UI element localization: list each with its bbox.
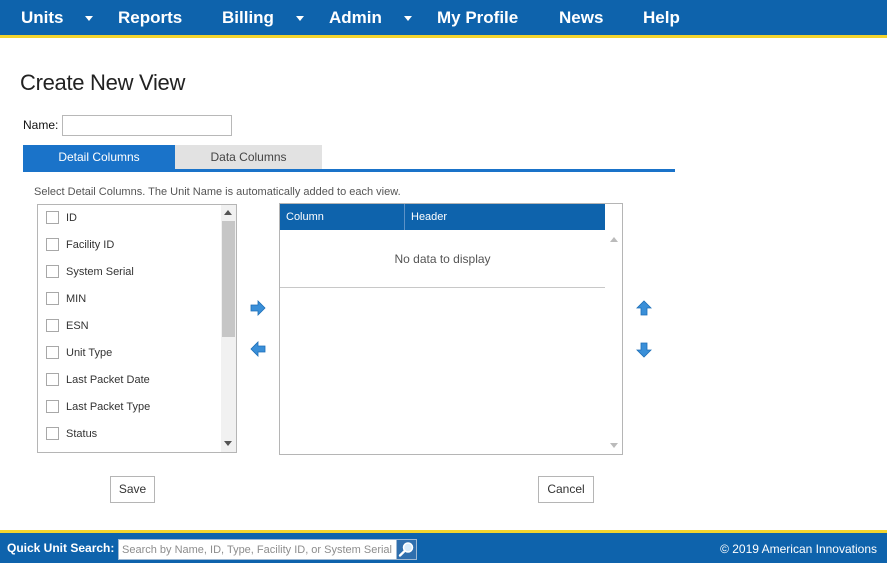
checkbox[interactable]	[46, 399, 59, 413]
scroll-down-icon[interactable]	[224, 441, 232, 446]
list-scrollbar[interactable]	[221, 205, 236, 452]
grid-scrollbar[interactable]	[606, 231, 622, 454]
top-nav-bar: Units Reports Billing Admin My Profile N…	[0, 0, 887, 38]
admin-dropdown-caret-icon[interactable]	[404, 16, 412, 21]
checkbox[interactable]	[46, 318, 59, 332]
list-item-label: MIN	[66, 293, 87, 305]
scroll-down-icon[interactable]	[610, 443, 618, 448]
list-item-last-packet-date[interactable]: Last Packet Date	[46, 371, 150, 389]
nav-admin[interactable]: Admin	[329, 0, 382, 36]
page-title: Create New View	[20, 70, 186, 95]
arrow-up-icon[interactable]	[635, 299, 653, 317]
name-label: Name:	[23, 118, 59, 132]
arrow-down-icon[interactable]	[635, 341, 653, 359]
checkbox[interactable]	[46, 372, 59, 386]
grid-empty-text: No data to display	[394, 252, 491, 266]
nav-help[interactable]: Help	[643, 0, 680, 36]
checkbox[interactable]	[46, 291, 59, 305]
units-dropdown-caret-icon[interactable]	[85, 16, 93, 21]
list-item-facility-id[interactable]: Facility ID	[46, 236, 114, 254]
quick-search-label: Quick Unit Search:	[7, 541, 115, 555]
scroll-up-icon[interactable]	[610, 237, 618, 242]
list-item-last-packet-type[interactable]: Last Packet Type	[46, 398, 150, 416]
list-item-id[interactable]: ID	[46, 209, 77, 227]
grid-header-header[interactable]: Header	[405, 204, 605, 230]
nav-reports[interactable]: Reports	[118, 0, 182, 36]
selected-columns-grid: Column Header No data to display	[279, 203, 623, 455]
magnifier-icon	[398, 542, 414, 557]
grid-divider	[280, 287, 605, 288]
list-item-esn[interactable]: ESN	[46, 317, 89, 335]
list-item-system-serial[interactable]: System Serial	[46, 263, 134, 281]
tab-detail-columns[interactable]: Detail Columns	[23, 145, 175, 170]
checkbox[interactable]	[46, 426, 59, 440]
billing-dropdown-caret-icon[interactable]	[296, 16, 304, 21]
list-item-label: Facility ID	[66, 239, 115, 251]
detail-columns-hint: Select Detail Columns. The Unit Name is …	[34, 186, 401, 198]
list-item-status[interactable]: Status	[46, 425, 97, 443]
scroll-up-icon[interactable]	[224, 210, 232, 215]
grid-header-row: Column Header	[280, 204, 605, 230]
list-item-label: Last Packet Date	[66, 374, 150, 386]
available-columns-list[interactable]: ID Facility ID System Serial MIN ESN Uni…	[37, 204, 237, 453]
cancel-button[interactable]: Cancel	[538, 476, 594, 503]
copyright-text: © 2019 American Innovations	[720, 542, 877, 556]
quick-search-button[interactable]	[396, 539, 417, 560]
nav-units[interactable]: Units	[21, 0, 64, 36]
name-input[interactable]	[62, 115, 232, 136]
list-item-label: Unit Type	[66, 347, 113, 359]
nav-billing[interactable]: Billing	[222, 0, 274, 36]
arrow-right-icon[interactable]	[249, 299, 267, 317]
quick-search-input[interactable]	[118, 539, 397, 560]
nav-my-profile[interactable]: My Profile	[437, 0, 518, 36]
tab-underline	[23, 169, 675, 172]
save-button[interactable]: Save	[110, 476, 155, 503]
nav-news[interactable]: News	[559, 0, 603, 36]
list-item-min[interactable]: MIN	[46, 290, 86, 308]
checkbox[interactable]	[46, 345, 59, 359]
checkbox[interactable]	[46, 210, 59, 224]
grid-header-column[interactable]: Column	[280, 204, 405, 230]
list-item-label: ESN	[66, 320, 89, 332]
checkbox[interactable]	[46, 264, 59, 278]
arrow-left-icon[interactable]	[249, 340, 267, 358]
checkbox[interactable]	[46, 237, 59, 251]
list-item-unit-type[interactable]: Unit Type	[46, 344, 112, 362]
list-item-label: Status	[66, 428, 98, 440]
footer-bar: Quick Unit Search: © 2019 American Innov…	[0, 530, 887, 563]
scroll-thumb[interactable]	[222, 221, 235, 337]
list-item-label: ID	[66, 212, 77, 224]
tab-data-columns[interactable]: Data Columns	[175, 145, 322, 170]
list-item-label: Last Packet Type	[66, 401, 151, 413]
list-item-label: System Serial	[66, 266, 134, 278]
